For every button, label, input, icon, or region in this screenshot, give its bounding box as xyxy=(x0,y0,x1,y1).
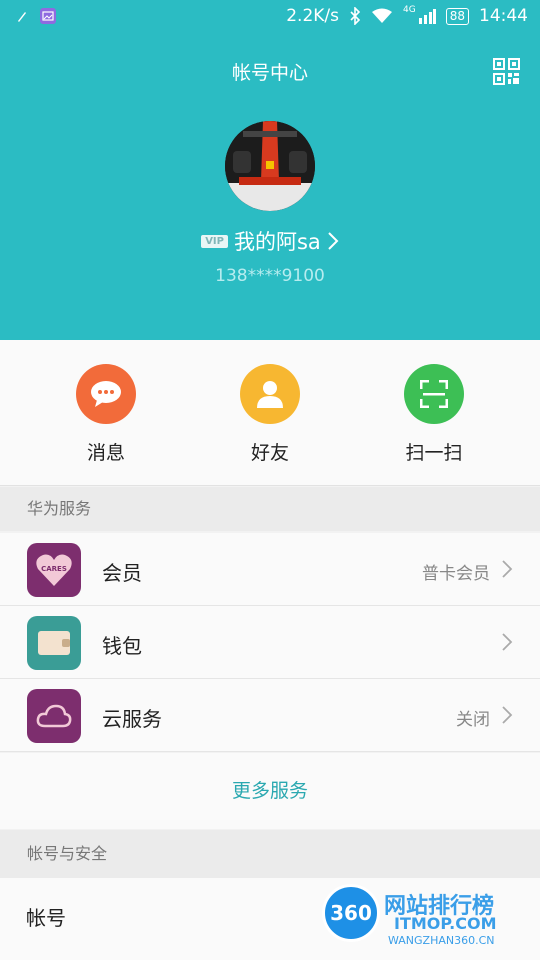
cloud-service-label: 云服务 xyxy=(102,707,162,731)
cares-text: CARES xyxy=(41,565,67,573)
signal-icon xyxy=(418,9,436,24)
account-header: 2.2K/s 4G 88 14:44 帐号中心 VIP 我的阿sa 138***… xyxy=(0,0,540,340)
cloud-icon xyxy=(27,689,81,743)
quick-actions: 消息 好友 扫一扫 xyxy=(0,340,540,486)
wifi-icon xyxy=(372,8,393,23)
message-bubble-icon xyxy=(76,364,136,424)
username: 我的阿sa xyxy=(233,230,321,254)
friends-label: 好友 xyxy=(250,442,289,464)
page-title: 帐号中心 xyxy=(231,62,308,84)
network-type: 4G xyxy=(403,5,416,15)
status-bar: 2.2K/s 4G 88 14:44 xyxy=(0,0,540,36)
vip-badge: VIP xyxy=(201,234,228,248)
wallet-label: 钱包 xyxy=(102,634,142,658)
section-account-security: 帐号与安全 xyxy=(0,830,540,878)
messages-action[interactable]: 消息 xyxy=(46,364,166,465)
friends-action[interactable]: 好友 xyxy=(210,364,330,465)
membership-label: 会员 xyxy=(102,561,142,585)
avatar[interactable] xyxy=(225,121,315,211)
clock: 14:44 xyxy=(479,6,528,26)
more-services-link[interactable]: 更多服务 xyxy=(0,753,540,829)
chevron-right-icon xyxy=(502,706,513,724)
gallery-icon xyxy=(40,8,56,24)
chevron-right-icon xyxy=(502,633,513,651)
cloud-service-value: 关闭 xyxy=(456,710,490,730)
section-huawei-services: 华为服务 xyxy=(0,487,540,531)
bluetooth-icon xyxy=(350,7,361,25)
account-label: 帐号 xyxy=(26,906,66,930)
row-wallet[interactable]: 钱包 xyxy=(0,606,540,679)
person-icon xyxy=(240,364,300,424)
scan-label: 扫一扫 xyxy=(405,442,463,464)
row-membership[interactable]: CARES 会员 普卡会员 xyxy=(0,533,540,606)
watermark-badge: 360 xyxy=(322,884,380,942)
battery-icon: 88 xyxy=(445,7,469,25)
username-row[interactable]: VIP 我的阿sa xyxy=(0,226,540,256)
chevron-right-icon xyxy=(502,560,513,578)
heart-icon: CARES xyxy=(27,543,81,597)
scan-action[interactable]: 扫一扫 xyxy=(374,364,494,465)
watermark-sub: WANGZHAN360.CN xyxy=(388,934,495,947)
row-cloud-service[interactable]: 云服务 关闭 xyxy=(0,679,540,752)
net-speed: 2.2K/s xyxy=(286,6,340,26)
messages-label: 消息 xyxy=(86,442,125,464)
phone-number: 138****9100 xyxy=(215,266,325,286)
chevron-right-icon xyxy=(328,232,339,250)
qr-code-icon[interactable] xyxy=(493,58,520,85)
watermark-logo: 360 网站排行榜 ITMOP.COM WANGZHAN360.CN xyxy=(322,884,532,954)
race-car-image xyxy=(225,121,315,211)
scan-frame-icon xyxy=(404,364,464,424)
wallet-icon xyxy=(27,616,81,670)
membership-value: 普卡会员 xyxy=(422,564,490,584)
pen-icon xyxy=(18,12,26,22)
watermark-domain: ITMOP.COM xyxy=(394,914,497,933)
